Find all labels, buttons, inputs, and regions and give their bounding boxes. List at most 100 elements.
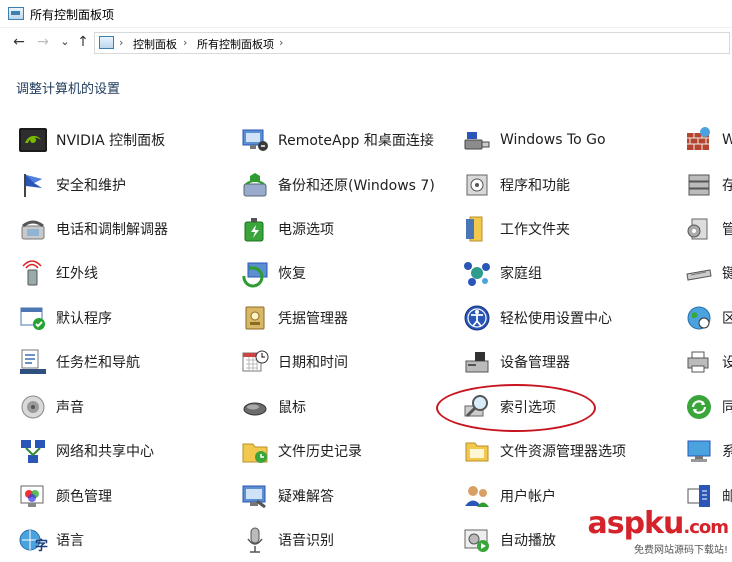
forward-button[interactable]: →	[34, 33, 52, 51]
item-network-sharing[interactable]: 网络和共享中心	[16, 434, 154, 468]
sync-icon	[682, 390, 716, 424]
back-button[interactable]: ←	[10, 33, 28, 51]
nvidia-icon	[16, 123, 50, 157]
taskbar-icon	[16, 345, 50, 379]
item-file-explorer-options[interactable]: 文件资源管理器选项	[460, 434, 626, 468]
watermark: aspku.com 免费网站源码下载站!	[587, 509, 729, 557]
item-phone-modem[interactable]: 电话和调制解调器	[16, 212, 168, 246]
item-security-maintenance[interactable]: 安全和维护	[16, 168, 126, 202]
item-label: 疑难解答	[278, 489, 334, 505]
item-label: 语言	[56, 533, 84, 549]
item-region[interactable]: 区	[682, 301, 732, 335]
troubleshoot-icon	[238, 479, 272, 513]
devices-printers-icon	[682, 345, 716, 379]
item-label: 轻松使用设置中心	[500, 311, 612, 327]
item-work-folders[interactable]: 工作文件夹	[460, 212, 570, 246]
calendar-clock-icon	[238, 345, 272, 379]
flag-icon	[16, 168, 50, 202]
control-panel-icon	[99, 36, 114, 49]
item-remoteapp[interactable]: RemoteApp 和桌面连接	[238, 123, 434, 157]
language-icon: 字	[16, 523, 50, 557]
item-speech-recognition[interactable]: 语音识别	[238, 523, 334, 557]
item-autoplay[interactable]: 自动播放	[460, 523, 556, 557]
folder-options-icon	[460, 434, 494, 468]
remote-desktop-icon	[238, 123, 272, 157]
item-credential-manager[interactable]: 凭据管理器	[238, 301, 348, 335]
item-label: 系	[722, 444, 732, 460]
item-label: 安全和维护	[56, 178, 126, 194]
window-title: 所有控制面板项	[30, 8, 115, 22]
default-programs-icon	[16, 301, 50, 335]
item-mail[interactable]: 邮	[682, 479, 732, 513]
item-language[interactable]: 字 语言	[16, 523, 84, 557]
item-label: Windows To Go	[500, 132, 606, 148]
device-manager-icon	[460, 345, 494, 379]
watermark-tagline: 免费网站源码下载站!	[633, 545, 728, 556]
item-ease-of-access[interactable]: 轻松使用设置中心	[460, 301, 612, 335]
item-label: 同	[722, 400, 732, 416]
item-nvidia[interactable]: NVIDIA 控制面板	[16, 123, 165, 157]
item-label: 鼠标	[278, 400, 306, 416]
item-file-history[interactable]: 文件历史记录	[238, 434, 362, 468]
autoplay-icon	[460, 523, 494, 557]
item-power-options[interactable]: 电源选项	[238, 212, 334, 246]
highlight-annotation	[436, 384, 596, 432]
speaker-icon	[16, 390, 50, 424]
file-history-icon	[238, 434, 272, 468]
item-programs-features[interactable]: 程序和功能	[460, 168, 570, 202]
address-bar[interactable]: › 控制面板 › 所有控制面板项 ›	[94, 32, 730, 54]
item-label: 网络和共享中心	[56, 444, 154, 460]
item-sound[interactable]: 声音	[16, 390, 84, 424]
item-recovery[interactable]: 恢复	[238, 256, 306, 290]
item-label: 日期和时间	[278, 355, 348, 371]
item-date-time[interactable]: 日期和时间	[238, 345, 348, 379]
item-label: 默认程序	[56, 311, 112, 327]
telephone-icon	[16, 212, 50, 246]
item-color-management[interactable]: 颜色管理	[16, 479, 112, 513]
item-troubleshooting[interactable]: 疑难解答	[238, 479, 334, 513]
item-storage[interactable]: 存	[682, 168, 732, 202]
programs-icon	[460, 168, 494, 202]
item-sync-center[interactable]: 同	[682, 390, 732, 424]
microphone-icon	[238, 523, 272, 557]
item-label: 声音	[56, 400, 84, 416]
network-icon	[16, 434, 50, 468]
item-windows-to-go[interactable]: Windows To Go	[460, 123, 606, 157]
item-devices-printers[interactable]: 设	[682, 345, 732, 379]
item-administrative-tools[interactable]: 管	[682, 212, 732, 246]
up-button[interactable]: ↑	[74, 33, 92, 51]
recent-locations-button[interactable]: ⌄	[56, 33, 74, 51]
page-heading: 调整计算机的设置	[16, 82, 121, 97]
item-label: RemoteApp 和桌面连接	[278, 133, 434, 149]
item-label: 颜色管理	[56, 489, 112, 505]
item-mouse[interactable]: 鼠标	[238, 390, 306, 424]
item-label: 文件历史记录	[278, 444, 362, 460]
breadcrumb-control-panel[interactable]: 控制面板	[133, 36, 177, 52]
infrared-icon	[16, 256, 50, 290]
item-default-programs[interactable]: 默认程序	[16, 301, 112, 335]
item-infrared[interactable]: 红外线	[16, 256, 98, 290]
item-backup-restore[interactable]: 备份和还原(Windows 7)	[238, 168, 435, 202]
item-label: 设	[722, 355, 732, 371]
item-label: NVIDIA 控制面板	[56, 133, 166, 149]
item-label: 家庭组	[500, 266, 542, 282]
svg-text:字: 字	[35, 538, 48, 554]
credential-icon	[238, 301, 272, 335]
item-taskbar-navigation[interactable]: 任务栏和导航	[16, 345, 140, 379]
backup-icon	[238, 168, 272, 202]
item-windows-firewall[interactable]: W	[682, 123, 732, 157]
item-label: 邮	[722, 489, 732, 505]
work-folders-icon	[460, 212, 494, 246]
mouse-icon	[238, 390, 272, 424]
item-homegroup[interactable]: 家庭组	[460, 256, 542, 290]
breadcrumb-separator[interactable]: ›	[183, 36, 187, 49]
breadcrumb-separator[interactable]: ›	[119, 36, 123, 49]
item-label: 键	[722, 266, 732, 282]
item-system[interactable]: 系	[682, 434, 732, 468]
recovery-icon	[238, 256, 272, 290]
item-keyboard[interactable]: 键	[682, 256, 732, 290]
item-user-accounts[interactable]: 用户帐户	[460, 479, 556, 513]
breadcrumb-all-items[interactable]: 所有控制面板项	[197, 36, 274, 52]
breadcrumb-separator[interactable]: ›	[279, 36, 283, 49]
item-device-manager[interactable]: 设备管理器	[460, 345, 570, 379]
